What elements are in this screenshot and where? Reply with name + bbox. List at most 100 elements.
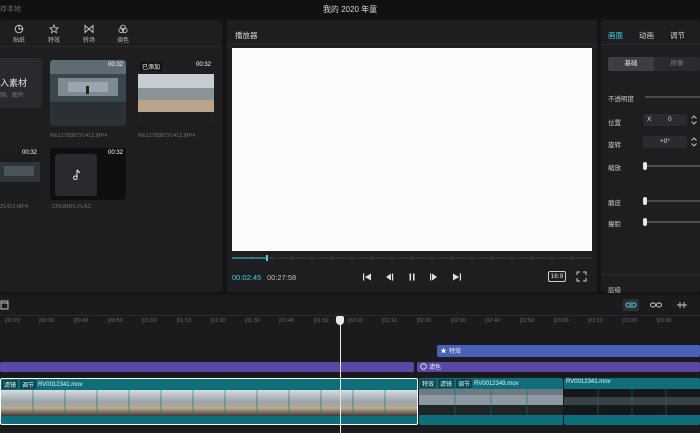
ruler-tick-label: 01:40 [280,318,295,324]
toolbar-sticker[interactable]: 贴纸 [6,24,32,44]
smooth-slider-knob[interactable] [643,197,647,205]
toolbar-transition-label: 转场 [82,38,95,44]
filter-tag: 滤镜 [2,380,19,389]
ruler-tick-label: 00:30 [40,318,55,324]
ruler-tick [656,318,658,324]
scale-slider[interactable] [645,165,700,167]
media-filename: 21412.MP4 [0,204,29,210]
adjust-tag: 调节 [456,379,473,388]
media-filename: RE127838721412.MP4 [138,133,196,139]
next-frame-icon[interactable] [428,271,440,283]
link-icon[interactable] [650,300,662,310]
filter-clip-label: 滤色 [420,362,441,371]
segment-basic[interactable]: 基础 [608,57,654,71]
position-x-field[interactable]: X 0 [643,114,687,126]
effect-clip-name: 特效 [449,349,462,355]
stepper-icon[interactable] [690,136,698,148]
slim-face-slider-knob[interactable] [643,218,647,226]
ruler-tick-label: 03:10 [589,318,603,324]
scale-slider-knob[interactable] [643,162,647,170]
toolbar-transition[interactable]: 转场 [76,24,102,44]
effects-icon [440,347,447,354]
media-item-2[interactable]: 已添加 00:32 [138,60,214,126]
filter-clip[interactable]: 滤色 [417,362,700,372]
playhead-handle[interactable] [336,316,344,325]
filter-track-left[interactable] [0,362,414,372]
video-clip-2[interactable]: 特效 滤镜 调节 RV0012349.mov [419,378,563,425]
ruler-tick-label: 01:00 [143,318,157,324]
ruler-tick-label: 01:30 [246,318,260,324]
properties-panel: 画面 动画 调节 基础 抠像 不透明度 位置 X 0 旋转 +0° 缩放 磨皮 … [601,20,700,294]
toolbar-effects[interactable]: 特效 [41,24,67,44]
rotation-field[interactable]: +0° [643,136,687,148]
fullscreen-icon[interactable] [576,271,587,282]
position-x-value: 0 [668,116,672,123]
prev-frame-icon[interactable] [383,271,395,283]
current-time: 00:02:45 [232,273,262,282]
slim-face-slider[interactable] [645,221,700,223]
player-title: 播放器 [235,31,258,40]
video-clip-2-name: RV0012349.mov [474,380,519,387]
video-clip-3-label: RV0012341.mov [566,379,611,385]
video-clip-2-filmstrip [419,389,563,415]
ruler-tick-label: 03:00 [554,318,569,324]
ruler-tick-label: 02:30 [451,318,466,324]
import-media-tile[interactable]: 入素材 频、图片 [0,58,42,108]
adjust-tag: 调节 [20,380,37,389]
media-divider [0,46,222,47]
media-item-4[interactable]: 00:32 [50,148,126,200]
position-x-label: X [647,116,652,123]
skip-end-icon[interactable] [451,271,463,283]
ruler-tick [519,318,521,324]
effect-clip[interactable]: 特效 [437,345,700,357]
smooth-slider[interactable] [645,200,700,202]
effects-icon [49,24,59,34]
media-panel: 贴纸 特效 转场 调色 入素材 频、图片 00:32 RE12783872141… [0,20,222,292]
skip-start-icon[interactable] [361,271,373,283]
media-item-3[interactable]: 00:32 [0,148,40,200]
ruler-tick [416,318,418,324]
ruler-tick [142,318,144,324]
color-icon [118,24,128,34]
toolbar-color[interactable]: 调色 [110,24,136,44]
media-item-1[interactable]: 00:32 [50,60,126,126]
tab-picture[interactable]: 画面 [608,30,623,41]
ruler-tick-label: 01:10 [177,318,192,324]
ruler-tick [588,318,590,324]
filter-clip-name: 滤色 [429,365,442,371]
pause-icon[interactable] [406,271,418,283]
media-filename: RE127838721412.MP4 [50,133,108,139]
media-duration: 00:32 [107,62,123,68]
playhead-line[interactable] [340,318,341,433]
stepper-icon[interactable] [690,114,698,126]
title-bar: 存本地 我的 2020 年童 [0,0,700,18]
opacity-slider[interactable] [645,96,700,98]
split-icon[interactable] [676,300,688,310]
ruler-tick [176,318,178,324]
ruler-tick-label: 02:50 [520,318,535,324]
timeline-toolbar-divider [0,315,700,316]
segment-keying[interactable]: 抠像 [654,57,700,71]
player-panel: 播放器 00:02:45 00:27:58 16:9 [227,20,597,292]
music-note-icon [73,169,80,181]
aspect-ratio-button[interactable]: 16:9 [548,271,566,282]
filter-tag: 滤镜 [438,379,455,388]
playback-scrubber[interactable] [232,255,592,261]
snap-toggle[interactable] [623,299,639,311]
tab-adjust[interactable]: 调节 [670,30,685,41]
media-duration: 00:32 [107,150,123,156]
added-badge: 已添加 [140,62,163,71]
video-clip-1[interactable]: 滤镜 调节 RV0012341.mov [0,378,418,425]
filter-icon [420,363,427,370]
ruler-tick [485,318,487,324]
transition-icon [84,24,94,34]
tab-animation[interactable]: 动画 [639,30,654,41]
media-duration: 00:32 [195,62,211,68]
import-media-hint: 频、图片 [0,93,25,99]
ruler-tick-label: 00:20 [6,318,20,324]
video-clip-3-filmstrip [564,389,700,415]
video-clip-3[interactable]: RV0012341.mov [564,378,700,425]
preview-screen[interactable] [232,48,592,251]
delete-icon[interactable] [0,300,10,310]
ruler-tick [348,318,349,324]
